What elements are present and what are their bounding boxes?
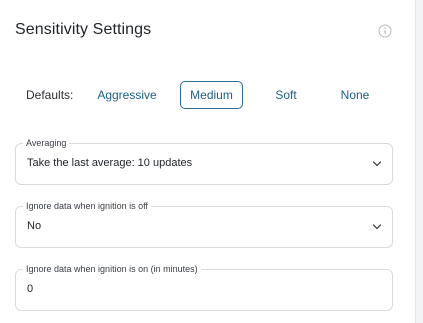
- ignition-on-value: 0: [27, 283, 34, 295]
- ignition-off-label: Ignore data when ignition is off: [23, 200, 151, 212]
- sensitivity-settings-panel: Sensitivity Settings Defaults: Aggressiv…: [0, 0, 415, 323]
- averaging-select[interactable]: Averaging Take the last average: 10 upda…: [15, 137, 393, 185]
- ignition-on-label: Ignore data when ignition is on (in minu…: [23, 263, 201, 275]
- default-option-soft[interactable]: Soft: [268, 81, 304, 109]
- averaging-value: Take the last average: 10 updates: [27, 157, 193, 169]
- ignition-off-select[interactable]: Ignore data when ignition is off No: [15, 200, 393, 248]
- defaults-selector: Defaults: Aggressive Medium Soft None: [26, 81, 396, 109]
- default-option-none[interactable]: None: [335, 81, 375, 109]
- info-icon[interactable]: [378, 24, 392, 38]
- default-option-aggressive[interactable]: Aggressive: [90, 81, 164, 109]
- ignition-on-minutes-input[interactable]: Ignore data when ignition is on (in minu…: [15, 263, 393, 311]
- averaging-label: Averaging: [23, 137, 70, 149]
- chevron-down-icon: [372, 161, 382, 167]
- chevron-down-icon: [372, 224, 382, 230]
- panel-edge: [415, 0, 423, 323]
- default-option-medium[interactable]: Medium: [180, 81, 243, 109]
- defaults-label: Defaults:: [26, 88, 74, 102]
- page-title: Sensitivity Settings: [15, 21, 152, 38]
- ignition-off-value: No: [27, 220, 42, 232]
